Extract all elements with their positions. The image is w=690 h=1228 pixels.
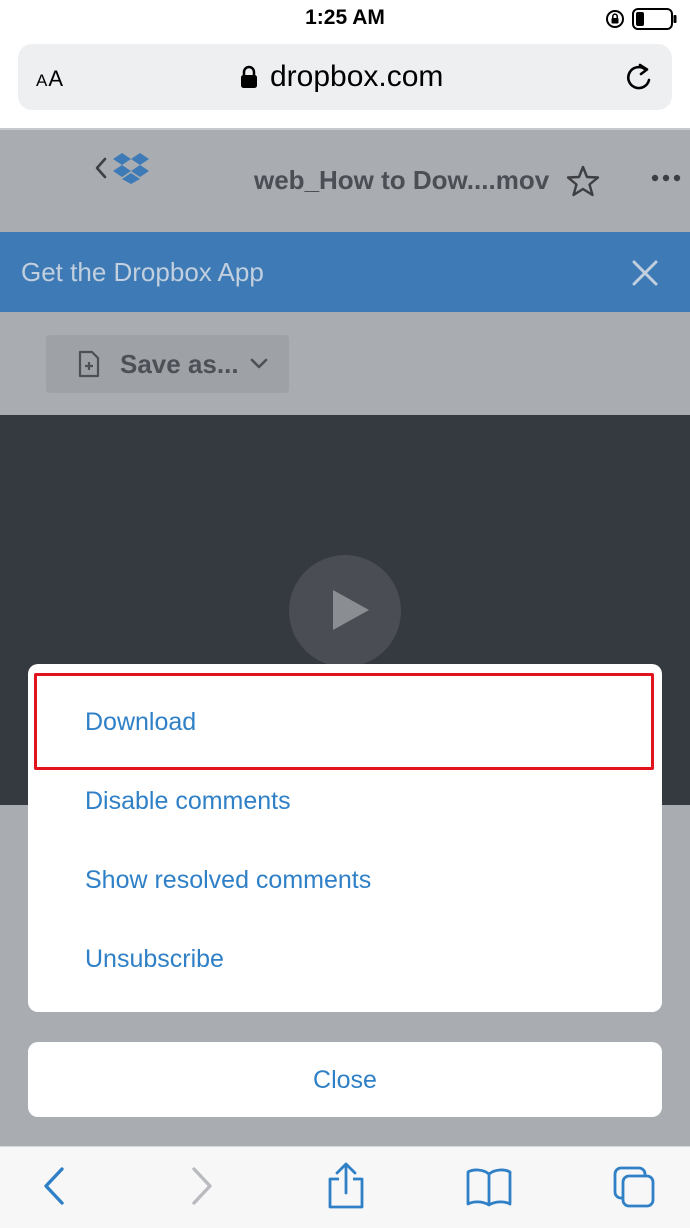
banner-text: Get the Dropbox App — [21, 257, 264, 287]
close-label: Close — [313, 1066, 377, 1094]
bookmarks-icon[interactable] — [465, 1167, 513, 1207]
status-bar: 1:25 AM — [0, 0, 690, 38]
get-app-banner[interactable]: Get the Dropbox App — [0, 232, 690, 312]
status-time: 1:25 AM — [305, 6, 385, 29]
unsubscribe-option[interactable]: Unsubscribe — [28, 919, 662, 998]
save-as-button[interactable]: Save as... — [46, 335, 289, 393]
file-title: web_How to Dow....mov — [254, 165, 550, 195]
url-text[interactable]: dropbox.com — [270, 60, 443, 94]
orientation-lock-icon — [606, 10, 624, 28]
text-size-button[interactable]: AA — [36, 66, 64, 92]
show-resolved-comments-label: Show resolved comments — [85, 866, 372, 894]
add-file-icon — [78, 350, 100, 378]
share-icon[interactable] — [326, 1161, 366, 1209]
disable-comments-label: Disable comments — [85, 787, 291, 815]
reload-icon[interactable] — [622, 61, 656, 95]
chevron-down-icon — [250, 358, 268, 369]
star-icon[interactable] — [566, 165, 600, 197]
show-resolved-comments-option[interactable]: Show resolved comments — [28, 840, 662, 919]
address-bar[interactable]: AA dropbox.com — [18, 44, 672, 110]
divider — [0, 128, 690, 130]
play-icon — [333, 590, 369, 630]
lock-icon — [241, 65, 257, 88]
browser-toolbar — [0, 1146, 690, 1228]
more-options-icon[interactable] — [651, 174, 685, 182]
close-icon[interactable] — [631, 259, 659, 287]
back-icon[interactable] — [40, 1165, 68, 1207]
unsubscribe-label: Unsubscribe — [85, 945, 224, 973]
dropbox-logo-icon[interactable] — [113, 152, 149, 184]
back-chevron-icon[interactable] — [94, 156, 108, 180]
save-as-label: Save as... — [120, 349, 239, 379]
battery-icon — [632, 8, 677, 30]
highlight-box — [34, 673, 654, 770]
forward-icon[interactable] — [188, 1165, 216, 1207]
disable-comments-option[interactable]: Disable comments — [28, 761, 662, 840]
close-button[interactable]: Close — [28, 1042, 662, 1117]
tabs-icon[interactable] — [612, 1165, 656, 1209]
